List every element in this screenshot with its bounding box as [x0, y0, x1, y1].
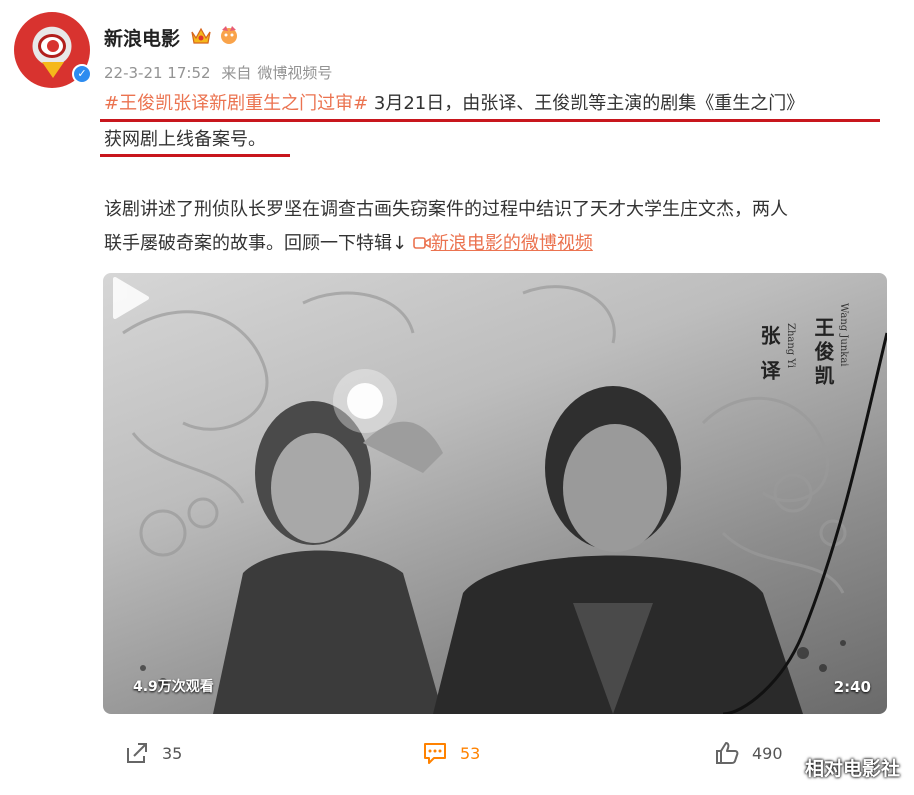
credit-zhang-yi-en: Zhang Yi	[785, 323, 796, 368]
post-source[interactable]: 微博视频号	[257, 64, 332, 82]
action-bar: 35 53 490	[0, 740, 914, 768]
credit-wang-junkai-en: Wang Junkai	[838, 303, 849, 367]
red-underline-1	[100, 119, 880, 122]
post-text-line-2: 获网剧上线备案号。	[104, 129, 266, 150]
video-duration: 2:40	[833, 678, 871, 696]
logo-pupil-icon	[47, 40, 59, 52]
view-count: 4.9万次观看	[133, 679, 214, 695]
repost-count: 35	[162, 743, 183, 763]
post-text-line-4-body: 联手屡破奇案的故事。回顾一下特辑↓	[104, 233, 408, 254]
comment-count: 53	[460, 743, 481, 763]
play-icon[interactable]	[103, 273, 153, 323]
post-source-prefix: 来自	[221, 64, 252, 82]
red-underline-2	[100, 154, 290, 157]
topic-link[interactable]: #王俊凯张译新剧重生之门过审#	[104, 93, 368, 114]
repost-icon	[127, 743, 147, 763]
comment-icon	[424, 743, 446, 764]
logo-beak-icon	[42, 62, 64, 78]
post-text-line-4: 联手屡破奇案的故事。回顾一下特辑↓ 新浪电影的微博视频	[104, 228, 593, 260]
video-link-label[interactable]: 新浪电影的微博视频	[431, 233, 593, 254]
comment-button[interactable]: 53	[422, 740, 480, 766]
thumbs-up-icon	[716, 742, 739, 764]
fan-badge-icon[interactable]	[218, 24, 240, 46]
post-meta: 22-3-21 17:52 来自 微博视频号	[104, 62, 338, 83]
post-text-line-3: 该剧讲述了刑侦队长罗坚在调查古画失窃案件的过程中结识了天才大学生庄文杰，两人	[104, 199, 788, 220]
repost-button[interactable]: 35	[124, 740, 182, 766]
post-date[interactable]: 22-3-21 17:52	[104, 64, 211, 82]
crown-badge-icon[interactable]	[190, 26, 212, 46]
video-player[interactable]: 张 译 Zhang Yi 王俊凯 Wang Junkai 4.9万次观看 2:4…	[103, 273, 887, 714]
credit-zhang-yi: 张 译	[757, 325, 781, 384]
video-link[interactable]: 新浪电影的微博视频	[413, 233, 593, 254]
like-count: 490	[752, 743, 783, 763]
like-button[interactable]: 490	[714, 740, 783, 766]
video-camera-icon	[413, 237, 431, 249]
credit-wang-junkai: 王俊凯	[811, 317, 835, 389]
watermark: 相对电影社	[804, 758, 900, 780]
post-text-line-1: #王俊凯张译新剧重生之门过审# 3月21日，由张译、王俊凯等主演的剧集《重生之门…	[104, 88, 804, 120]
author-name[interactable]: 新浪电影	[104, 24, 180, 51]
verified-badge-icon: ✓	[72, 64, 92, 84]
post-text-rest: 3月21日，由张译、王俊凯等主演的剧集《重生之门》	[368, 93, 805, 114]
